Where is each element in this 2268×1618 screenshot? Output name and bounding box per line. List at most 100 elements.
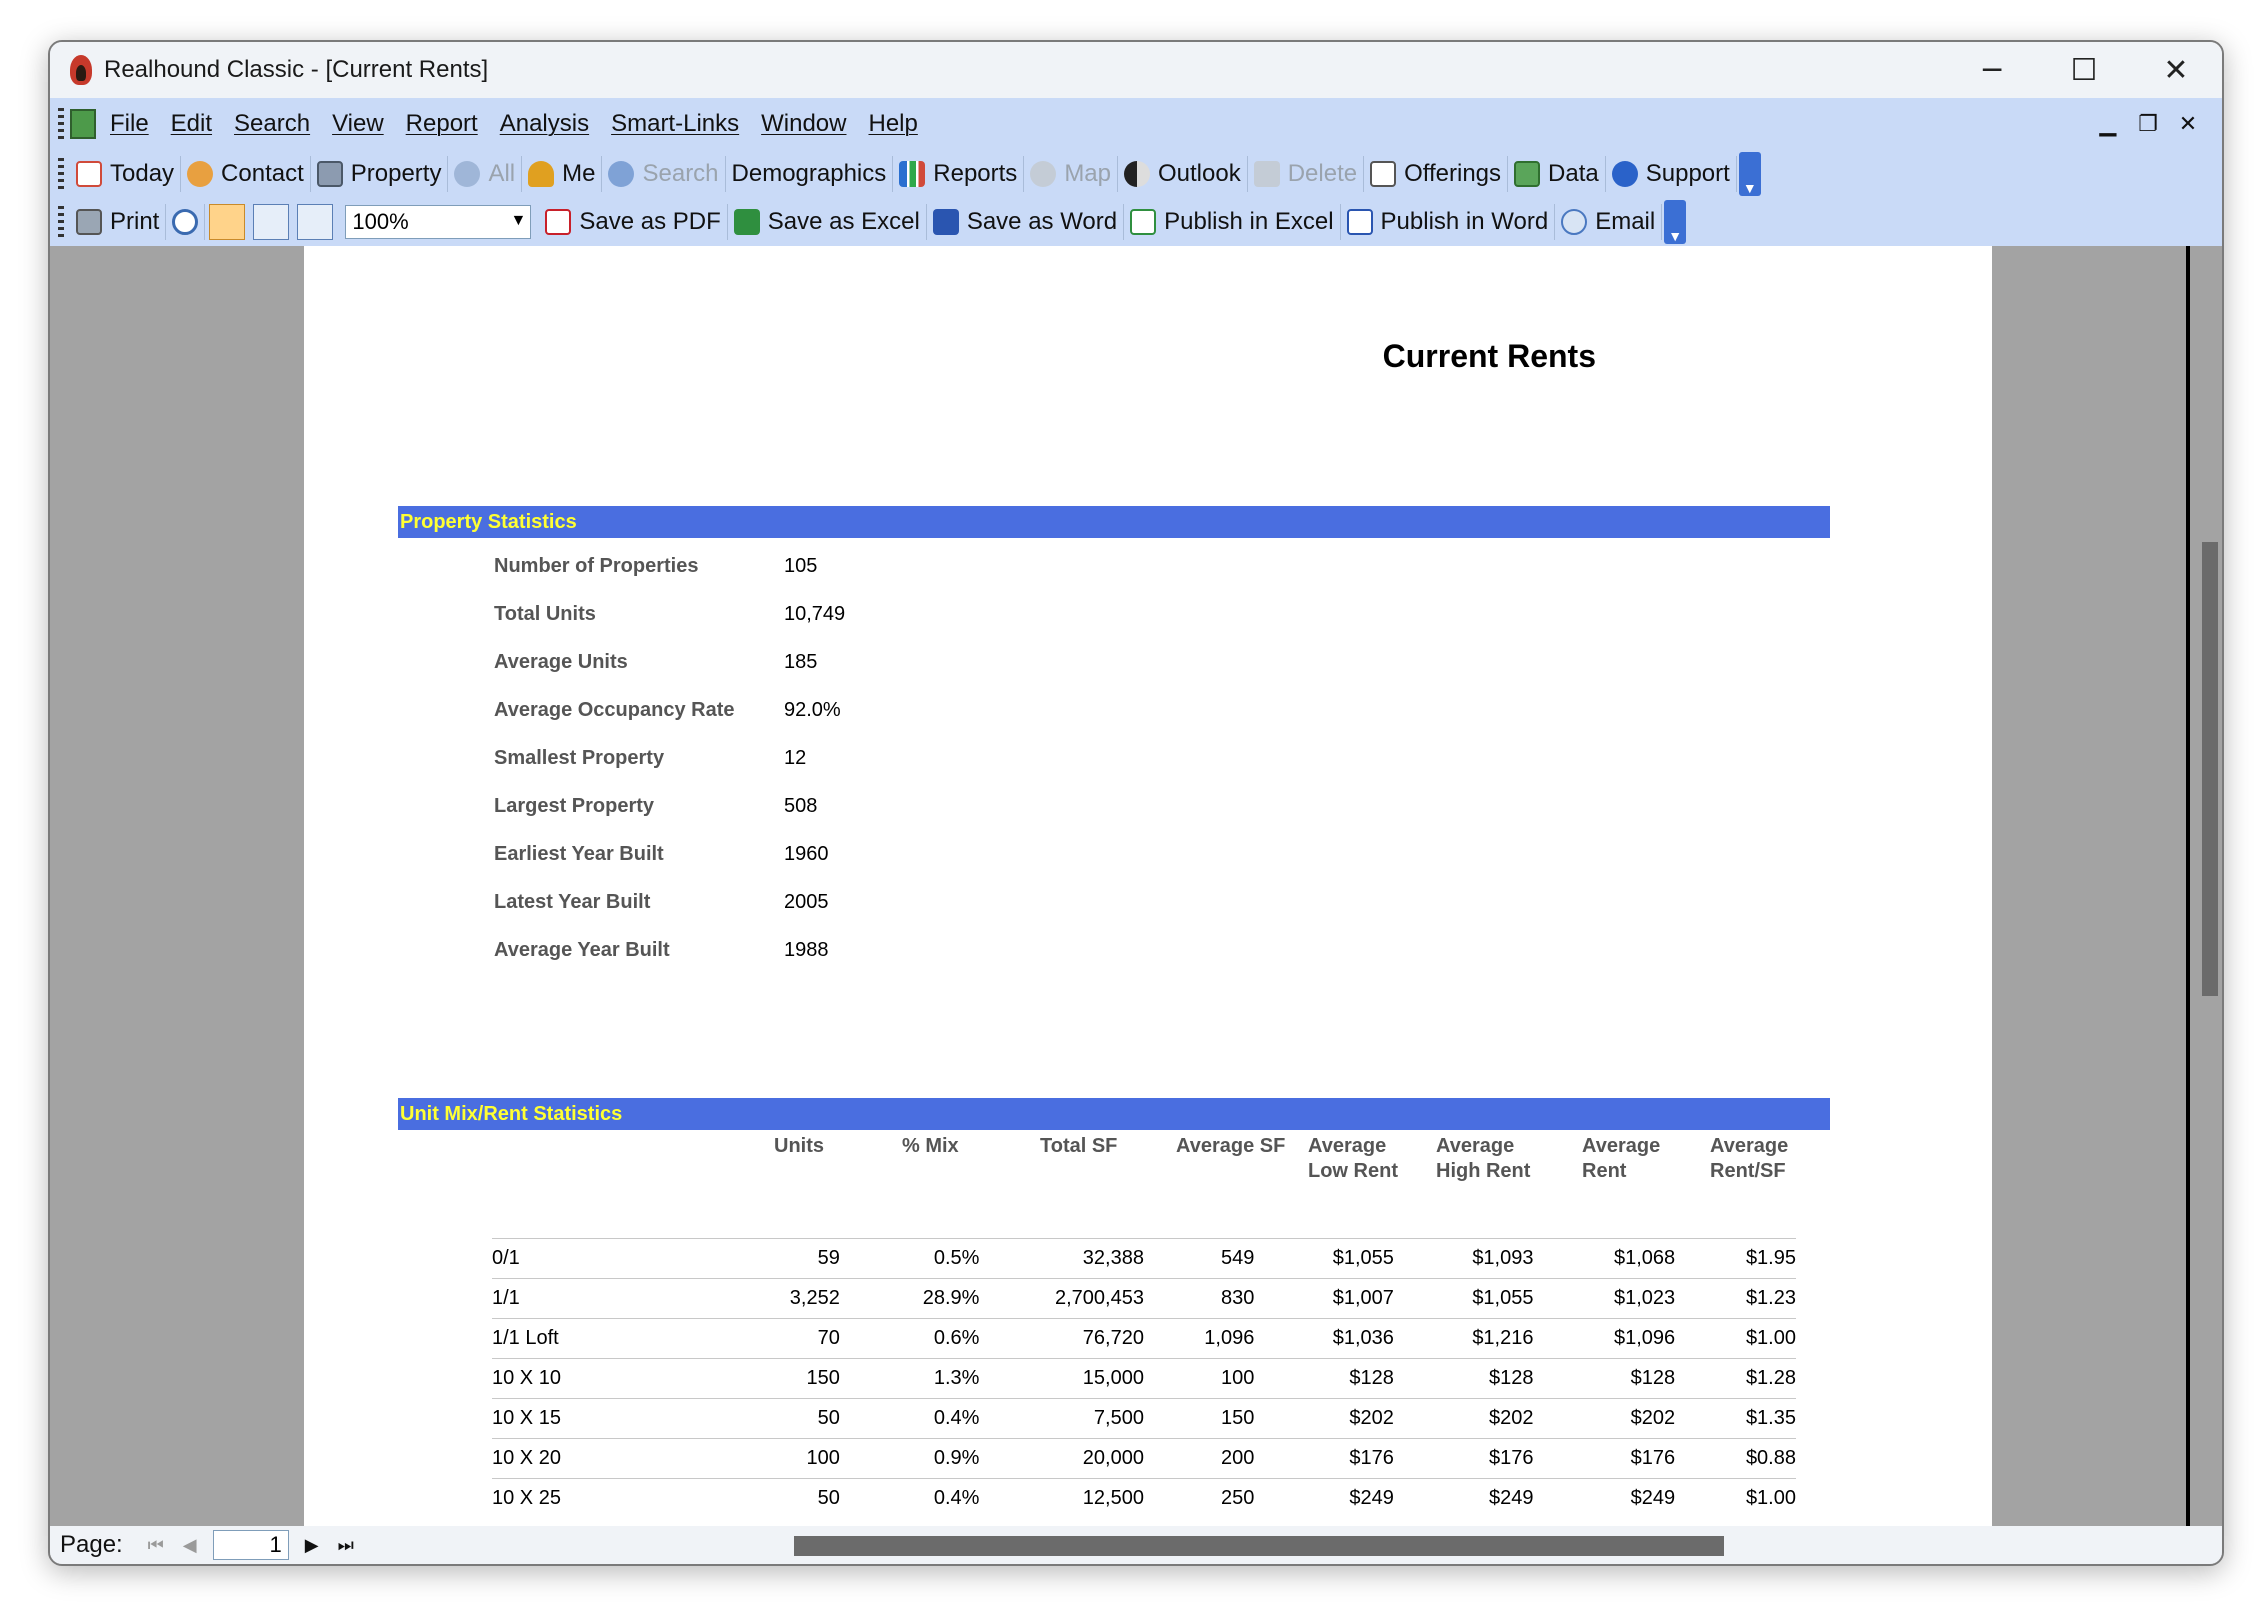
me-button[interactable]: Me	[522, 156, 603, 192]
mdi-minimize-button[interactable]: ▁	[2088, 112, 2128, 137]
unit-type-cell: 10 X 20	[492, 1438, 711, 1479]
menu-bar: File Edit Search View Report Analysis Sm…	[50, 98, 2222, 150]
menu-grip-handle[interactable]	[58, 108, 64, 140]
table-cell: 100	[710, 1438, 840, 1479]
document-icon[interactable]	[70, 109, 96, 139]
table-cell: 250	[1143, 1478, 1255, 1518]
all-button[interactable]: All	[448, 156, 523, 192]
last-page-button[interactable]: ⏭	[329, 1530, 363, 1560]
report-toolbar-grip-handle[interactable]	[58, 206, 64, 238]
menu-view[interactable]: View	[332, 110, 384, 138]
menu-edit[interactable]: Edit	[171, 110, 212, 138]
zoom-select[interactable]: 100% ▼	[345, 205, 532, 239]
table-cell: 76,720	[979, 1318, 1144, 1359]
contact-button[interactable]: Contact	[181, 156, 311, 192]
unit-mix-table: 0/1 59 0.5% 32,388 549 $1,055 $1,093 $1,068 $1.9…	[492, 1238, 1796, 1518]
menu-window[interactable]: Window	[761, 110, 846, 138]
stat-value: 1988	[784, 938, 829, 961]
menu-help[interactable]: Help	[868, 110, 917, 138]
table-cell: 0.4%	[839, 1478, 980, 1518]
unit-type-cell: 10 X 10	[492, 1358, 711, 1399]
minimize-button[interactable]: ─	[1946, 42, 2038, 98]
menu-analysis[interactable]: Analysis	[500, 110, 589, 138]
save-as-excel-label: Save as Excel	[767, 208, 920, 235]
table-cell: $1.23	[1675, 1278, 1796, 1319]
multi-page-view-button[interactable]	[297, 204, 334, 240]
chevron-down-icon[interactable]: ▼	[511, 212, 527, 230]
publish-in-word-button[interactable]: Publish in Word	[1341, 204, 1556, 240]
page-edge	[2186, 246, 2190, 1526]
menu-search[interactable]: Search	[234, 110, 310, 138]
col-header-text: % Mix	[902, 1135, 959, 1157]
property-button[interactable]: Property	[311, 156, 449, 192]
print-label: Print	[110, 208, 160, 235]
save-as-excel-button[interactable]: Save as Excel	[728, 204, 927, 240]
save-as-word-button[interactable]: Save as Word	[927, 204, 1125, 240]
preview-zoom-button[interactable]	[166, 204, 206, 240]
reports-button[interactable]: Reports	[893, 156, 1025, 192]
horizontal-scroll-thumb[interactable]	[794, 1536, 1724, 1556]
offerings-label: Offerings	[1404, 160, 1502, 187]
today-label: Today	[110, 160, 175, 187]
close-button[interactable]: ✕	[2130, 42, 2222, 98]
stat-row: Largest Property 508	[494, 782, 845, 830]
col-header-average-sf: Average SF	[1176, 1134, 1285, 1159]
previous-page-button[interactable]: ◀	[173, 1530, 207, 1560]
vertical-scroll-thumb[interactable]	[2202, 542, 2218, 996]
email-button[interactable]: Email	[1555, 204, 1663, 240]
table-cell: 70	[710, 1318, 840, 1359]
outlook-button[interactable]: Outlook	[1118, 156, 1248, 192]
toolbar-overflow-chevron-icon[interactable]: ▼	[1738, 152, 1761, 196]
toolbar-grip-handle[interactable]	[58, 158, 64, 190]
stat-label: Number of Properties	[494, 554, 699, 577]
report-toolbar-overflow-chevron-icon[interactable]: ▼	[1664, 200, 1687, 244]
data-button[interactable]: Data	[1508, 156, 1606, 192]
col-header-units: Units	[774, 1134, 824, 1159]
save-as-pdf-button[interactable]: Save as PDF	[539, 204, 728, 240]
map-label: Map	[1064, 160, 1111, 187]
stat-value: 2005	[784, 890, 829, 913]
next-page-button[interactable]: ▶	[295, 1530, 329, 1560]
table-cell: 32,388	[979, 1238, 1144, 1279]
window-title: Realhound Classic - [Current Rents]	[104, 56, 489, 83]
col-header-text: High Rent	[1436, 1160, 1531, 1182]
delete-button[interactable]: Delete	[1248, 156, 1365, 192]
print-button[interactable]: Print	[70, 204, 167, 240]
col-header-text: Low Rent	[1308, 1160, 1398, 1182]
table-cell: $1.95	[1675, 1238, 1796, 1279]
maximize-button[interactable]: ☐	[2038, 42, 2130, 98]
two-page-view-button[interactable]	[253, 204, 290, 240]
vertical-scrollbar[interactable]	[2196, 246, 2222, 1526]
mdi-close-button[interactable]: ✕	[2168, 112, 2208, 137]
single-page-view-button[interactable]	[209, 204, 246, 240]
offerings-button[interactable]: Offerings	[1364, 156, 1509, 192]
email-icon	[1561, 209, 1588, 235]
save-as-pdf-label: Save as PDF	[579, 208, 721, 235]
people-icon	[187, 161, 214, 187]
excel-icon	[733, 209, 760, 235]
mdi-restore-button[interactable]: ❐	[2128, 112, 2168, 137]
publish-in-excel-button[interactable]: Publish in Excel	[1124, 204, 1341, 240]
demographics-label: Demographics	[731, 160, 887, 187]
table-cell: 100	[1143, 1358, 1255, 1399]
page-number-input[interactable]: 1	[212, 1530, 289, 1560]
report-toolbar: Print 100% ▼ Save as PDF Save as Excel S…	[50, 198, 2222, 246]
report-title: Current Rents	[1382, 338, 1596, 374]
first-page-button[interactable]: ⏮	[139, 1530, 173, 1560]
table-cell: 50	[710, 1478, 840, 1518]
table-row: 0/1 59 0.5% 32,388 549 $1,055 $1,093 $1,068 $1.9…	[492, 1238, 1796, 1279]
map-button[interactable]: Map	[1024, 156, 1118, 192]
table-cell: 0.6%	[839, 1318, 980, 1359]
today-button[interactable]: Today	[70, 156, 182, 192]
col-header-total-sf: Total SF	[1040, 1134, 1117, 1159]
menu-file[interactable]: File	[110, 110, 149, 138]
support-button[interactable]: Support	[1606, 156, 1737, 192]
menu-smart-links[interactable]: Smart-Links	[611, 110, 739, 138]
demographics-button[interactable]: Demographics	[726, 156, 894, 192]
search-button[interactable]: Search	[602, 156, 726, 192]
table-cell: 3,252	[710, 1278, 840, 1319]
col-header-text: Total SF	[1040, 1135, 1118, 1157]
table-cell: 200	[1143, 1438, 1255, 1479]
menu-report[interactable]: Report	[406, 110, 478, 138]
table-cell: 50	[710, 1398, 840, 1439]
